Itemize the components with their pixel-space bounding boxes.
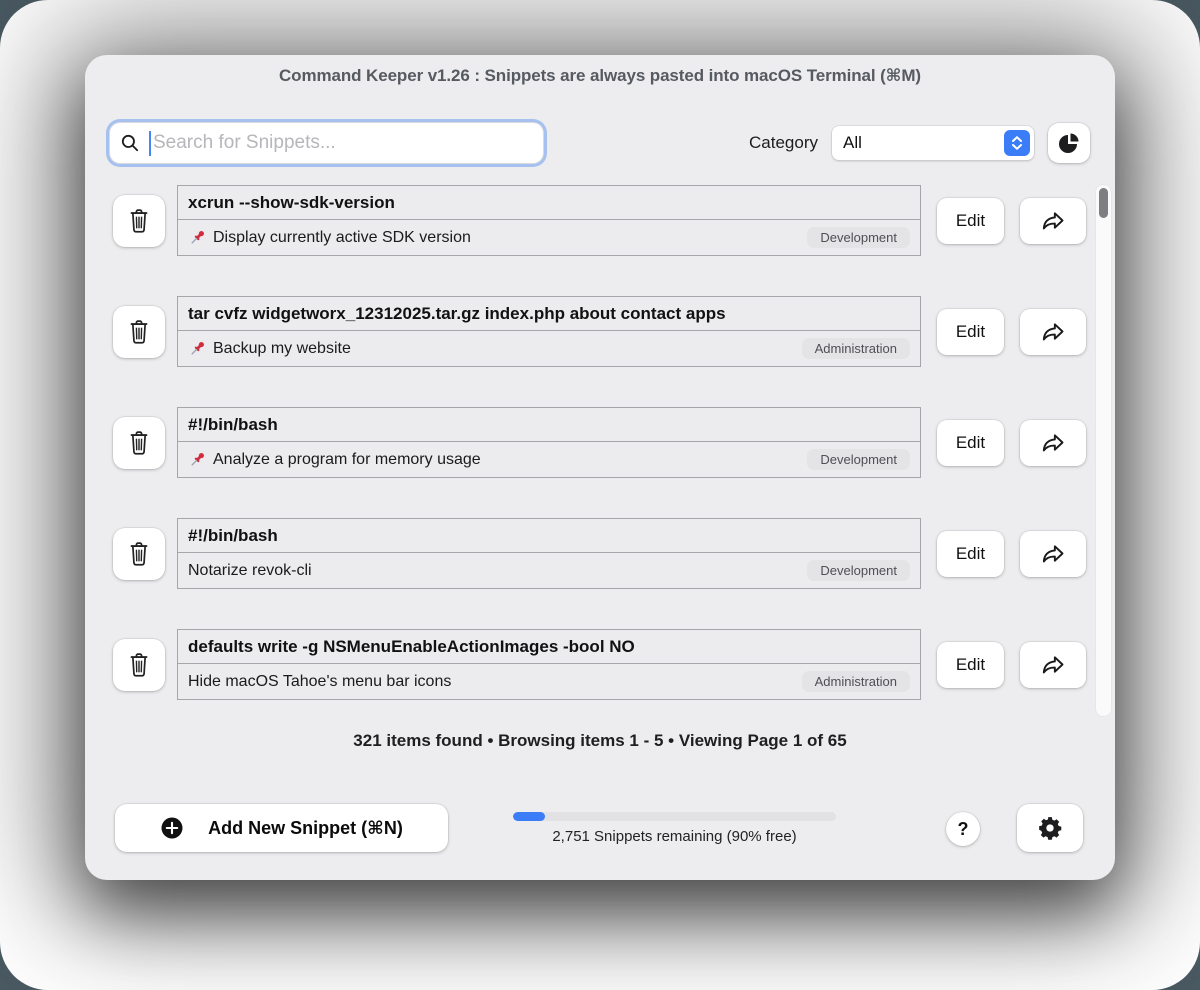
app-window: Command Keeper v1.26 : Snippets are alwa… — [85, 55, 1115, 880]
edit-snippet-button[interactable]: Edit — [937, 197, 1004, 244]
delete-snippet-button[interactable] — [113, 305, 165, 358]
trash-icon — [130, 319, 148, 344]
stats-pie-button[interactable] — [1048, 123, 1090, 163]
share-snippet-button[interactable] — [1020, 530, 1086, 577]
category-label: Category — [749, 133, 818, 152]
progress-fill — [513, 812, 546, 821]
share-icon — [1042, 545, 1063, 563]
snippet-row: #!/bin/bash Notarize revok-cli Developme… — [113, 518, 1086, 589]
progress-bar — [513, 812, 836, 821]
share-snippet-button[interactable] — [1020, 308, 1086, 355]
add-snippet-button[interactable]: Add New Snippet (⌘N) — [115, 804, 448, 852]
delete-snippet-button[interactable] — [113, 527, 165, 580]
pie-chart-icon — [1059, 133, 1079, 153]
category-badge: Development — [807, 449, 910, 470]
pushpin-icon — [188, 450, 207, 469]
snippet-meta: Analyze a program for memory usage Devel… — [178, 442, 920, 477]
snippet-row: tar cvfz widgetworx_12312025.tar.gz inde… — [113, 296, 1086, 367]
snippet-card[interactable]: #!/bin/bash Notarize revok-cli Developme… — [177, 518, 921, 589]
share-icon — [1042, 656, 1063, 674]
edit-snippet-button[interactable]: Edit — [937, 641, 1004, 688]
search-icon — [121, 134, 139, 152]
gear-icon — [1039, 817, 1062, 840]
category-selected-value: All — [843, 133, 862, 152]
window-title: Command Keeper v1.26 : Snippets are alwa… — [279, 66, 921, 85]
delete-snippet-button[interactable] — [113, 416, 165, 469]
snippet-command: tar cvfz widgetworx_12312025.tar.gz inde… — [178, 297, 920, 331]
pushpin-icon — [188, 339, 207, 358]
snippet-list: xcrun --show-sdk-version Display current… — [113, 185, 1086, 740]
select-stepper-icon — [1004, 130, 1030, 156]
edit-snippet-button[interactable]: Edit — [937, 419, 1004, 466]
progress-caption: 2,751 Snippets remaining (90% free) — [552, 828, 797, 845]
snippet-description: Backup my website — [213, 339, 351, 357]
search-input[interactable] — [151, 132, 533, 154]
share-icon — [1042, 212, 1063, 230]
category-badge: Development — [807, 227, 910, 248]
snippet-command: xcrun --show-sdk-version — [178, 186, 920, 220]
category-badge: Administration — [801, 338, 910, 359]
snippet-description: Analyze a program for memory usage — [213, 450, 481, 468]
trash-icon — [130, 208, 148, 233]
snippet-command: #!/bin/bash — [178, 408, 920, 442]
settings-button[interactable] — [1017, 804, 1083, 852]
scrollbar-track[interactable] — [1096, 185, 1111, 716]
delete-snippet-button[interactable] — [113, 194, 165, 247]
snippet-card[interactable]: xcrun --show-sdk-version Display current… — [177, 185, 921, 256]
trash-icon — [130, 430, 148, 455]
snippet-command: defaults write -g NSMenuEnableActionImag… — [178, 630, 920, 664]
snippet-card[interactable]: defaults write -g NSMenuEnableActionImag… — [177, 629, 921, 700]
help-button[interactable]: ? — [946, 812, 980, 846]
snippet-row: xcrun --show-sdk-version Display current… — [113, 185, 1086, 256]
add-snippet-label: Add New Snippet (⌘N) — [208, 817, 403, 838]
pushpin-icon — [188, 228, 207, 247]
snippet-row: defaults write -g NSMenuEnableActionImag… — [113, 629, 1086, 700]
snippet-row: #!/bin/bash Analyze a program for memory… — [113, 407, 1086, 478]
status-line: 321 items found • Browsing items 1 - 5 •… — [353, 731, 847, 750]
edit-snippet-button[interactable]: Edit — [937, 530, 1004, 577]
snippet-description: Hide macOS Tahoe's menu bar icons — [188, 672, 452, 690]
category-badge: Development — [807, 560, 910, 581]
share-snippet-button[interactable] — [1020, 197, 1086, 244]
snippet-description: Display currently active SDK version — [213, 228, 471, 246]
snippet-card[interactable]: tar cvfz widgetworx_12312025.tar.gz inde… — [177, 296, 921, 367]
trash-icon — [130, 541, 148, 566]
plus-icon — [161, 817, 183, 839]
share-icon — [1042, 323, 1063, 341]
share-snippet-button[interactable] — [1020, 419, 1086, 466]
share-icon — [1042, 434, 1063, 452]
snippet-card[interactable]: #!/bin/bash Analyze a program for memory… — [177, 407, 921, 478]
snippet-meta: Hide macOS Tahoe's menu bar icons Admini… — [178, 664, 920, 699]
scrollbar-thumb[interactable] — [1099, 188, 1108, 218]
search-field[interactable] — [110, 123, 543, 163]
snippet-meta: Backup my website Administration — [178, 331, 920, 366]
delete-snippet-button[interactable] — [113, 638, 165, 691]
screenshot-canvas: Command Keeper v1.26 : Snippets are alwa… — [0, 0, 1200, 990]
snippet-command: #!/bin/bash — [178, 519, 920, 553]
snippet-description: Notarize revok-cli — [188, 561, 312, 579]
storage-progress: 2,751 Snippets remaining (90% free) — [513, 812, 836, 845]
category-badge: Administration — [801, 671, 910, 692]
trash-icon — [130, 652, 148, 677]
category-select[interactable]: All — [832, 126, 1034, 160]
snippet-meta: Display currently active SDK version Dev… — [178, 220, 920, 255]
edit-snippet-button[interactable]: Edit — [937, 308, 1004, 355]
toolbar: Category All — [110, 122, 1090, 164]
category-group: Category All — [749, 123, 1090, 163]
share-snippet-button[interactable] — [1020, 641, 1086, 688]
snippet-meta: Notarize revok-cli Development — [178, 553, 920, 588]
